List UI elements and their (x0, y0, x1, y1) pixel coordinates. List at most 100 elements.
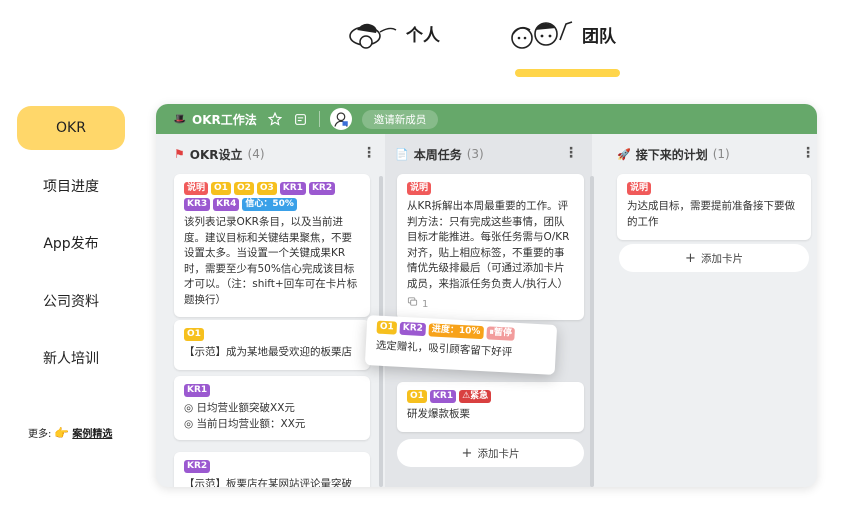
nav-item-onboarding[interactable]: 新人培训 (17, 336, 125, 380)
tag: O1 (184, 328, 204, 341)
list-header: 🚀 接下来的计划 (1) (611, 134, 817, 174)
invite-member-button[interactable]: 邀请新成员 (361, 109, 439, 129)
document-icon: 📄 (395, 147, 409, 161)
list-scrollbar[interactable] (590, 176, 594, 487)
member-avatar[interactable] (329, 108, 352, 130)
urgent-icon: ⚠ (462, 391, 471, 401)
card-text-line: ◎ 当前日均营业额：XX元 (184, 417, 306, 430)
list-count: (3) (466, 147, 484, 161)
add-card-button[interactable]: + 添加卡片 (619, 244, 809, 272)
tag: ⚠紧急 (459, 390, 492, 403)
board-title-text: OKR工作法 (192, 112, 257, 127)
list-menu-icon[interactable]: ⋮ (564, 146, 578, 160)
list-header: 📄 本周任务 (3) (385, 134, 592, 174)
add-card-button[interactable]: + 添加卡片 (397, 439, 584, 467)
tag: ⏸暂停 (485, 326, 516, 341)
board-toolbar: 🎩 OKR工作法 邀请新成员 (156, 104, 817, 134)
card[interactable]: O1 KR1 ⚠紧急 研发爆款板栗 (397, 382, 584, 432)
card-tags: KR1 (184, 384, 360, 397)
kanban-board: 🎩 OKR工作法 邀请新成员 ⚑ OKR设立 (4) ⋮ 说明 O1 O2 O3… (156, 104, 817, 487)
tag: KR2 (308, 182, 336, 195)
list-next-plan: 🚀 接下来的计划 (1) ⋮ 说明 为达成目标，需要提前准备接下要做的工作 + … (611, 134, 817, 487)
comment-count: 1 (407, 296, 574, 313)
tag: O1 (376, 320, 398, 335)
board-emoji-icon: 🎩 (173, 113, 187, 125)
tag: 说明 (407, 182, 432, 195)
nav-item-okr[interactable]: OKR (17, 106, 125, 150)
card[interactable]: KR1 ◎ 日均营业额突破XX元 ◎ 当前日均营业额：XX元 (174, 376, 370, 440)
list-menu-icon[interactable]: ⋮ (801, 146, 815, 160)
card-tags: KR2 (184, 460, 360, 473)
list-okr-setup: ⚑ OKR设立 (4) ⋮ 说明 O1 O2 O3 KR1 KR2 KR3 KR… (168, 134, 383, 487)
tag: O1 (407, 390, 427, 403)
tag: KR1 (279, 182, 306, 195)
add-card-label: 添加卡片 (700, 252, 743, 265)
card-tags: 说明 (407, 182, 574, 195)
tab-personal[interactable]: 个人 (348, 16, 440, 50)
tag: O3 (256, 182, 277, 195)
card[interactable]: 说明 O1 O2 O3 KR1 KR2 KR3 KR4 信心：50% 该列表记录… (174, 174, 370, 317)
tag-label: 暂停 (493, 327, 513, 339)
tag: KR2 (184, 460, 211, 473)
card-text-line: ◎ 日均营业额突破XX元 (184, 402, 295, 414)
list-count: (4) (247, 147, 265, 161)
page: 个人 团队 OKR 项目进度 App发布 公司资料 新人培训 更多: 👉 案例精… (0, 0, 844, 513)
more-cases: 更多: 👉 案例精选 (28, 425, 112, 441)
more-cases-link[interactable]: 案例精选 (72, 425, 112, 440)
comment-count-value: 1 (422, 298, 429, 310)
tag-label: 紧急 (470, 391, 489, 401)
card-text: 为达成目标，需要提前准备接下要做的工作 (627, 200, 795, 228)
tag: O1 (211, 182, 231, 195)
tag: 进度：10% (428, 323, 484, 340)
list-menu-icon[interactable]: ⋮ (362, 146, 376, 160)
tag: KR1 (429, 390, 457, 403)
nav-item-company-docs[interactable]: 公司资料 (17, 279, 125, 323)
card-text: 从KR拆解出本周最重要的工作。评判方法：只有完成这些事情，团队目标才能推进。每张… (407, 200, 570, 290)
star-icon[interactable] (267, 111, 283, 127)
card[interactable]: O1 【示范】成为某地最受欢迎的板栗店 (174, 320, 370, 370)
list-count: (1) (712, 147, 730, 161)
card-text: 【示范】成为某地最受欢迎的板栗店 (184, 346, 352, 358)
flag-icon: ⚑ (174, 147, 185, 161)
tag: 信心：50% (242, 198, 297, 211)
personal-doodle-icon (349, 23, 397, 49)
tag: KR2 (399, 321, 427, 337)
list-weekly-tasks: 📄 本周任务 (3) ⋮ 说明 从KR拆解出本周最重要的工作。评判方法：只有完成… (385, 134, 594, 487)
tag: KR3 (184, 198, 211, 211)
rocket-icon: 🚀 (617, 147, 631, 161)
board-title: 🎩 OKR工作法 (172, 111, 257, 128)
plus-icon: + (685, 250, 696, 266)
list-title: 接下来的计划 (635, 147, 708, 162)
sidebar-nav: OKR 项目进度 App发布 公司资料 新人培训 (17, 106, 125, 394)
more-label: 更多: (28, 429, 52, 440)
card[interactable]: 说明 从KR拆解出本周最重要的工作。评判方法：只有完成这些事情，团队目标才能推进… (397, 174, 584, 320)
card-tags: O1 KR1 ⚠紧急 (407, 390, 574, 403)
tag: KR4 (213, 198, 240, 211)
card-text: 该列表记录OKR条目，以及当前进度。建议目标和关键结果聚焦，不要设置太多。当设置… (184, 216, 358, 306)
tag: 说明 (627, 182, 652, 195)
dragging-card[interactable]: O1 KR2 进度：10% ⏸暂停 选定赠礼，吸引顾客留下好评 (364, 315, 558, 375)
tag: KR1 (184, 384, 211, 397)
tab-team-label: 团队 (582, 26, 616, 47)
active-tab-indicator (515, 69, 620, 77)
pointing-hand-icon: 👉 (54, 425, 70, 440)
list-header: ⚑ OKR设立 (4) (168, 134, 376, 174)
plus-icon: + (461, 445, 473, 461)
description-icon[interactable] (293, 111, 309, 127)
tab-team[interactable]: 团队 (508, 16, 616, 52)
tab-personal-label: 个人 (406, 25, 440, 46)
card-tags: 说明 (627, 182, 801, 195)
card-tags: 说明 O1 O2 O3 KR1 KR2 KR3 KR4 信心：50% (184, 182, 360, 211)
card-text: 研发爆款板栗 (407, 408, 470, 420)
tag: O2 (233, 182, 254, 195)
card[interactable]: KR2 【示范】板栗店在某网站评论量突破 (174, 452, 370, 487)
card-tags: O1 (184, 328, 360, 341)
card-text: 【示范】板栗店在某网站评论量突破 (184, 478, 352, 487)
list-title: 本周任务 (413, 147, 462, 162)
toolbar-divider (318, 111, 320, 127)
team-doodle-icon (511, 21, 573, 49)
nav-item-app-release[interactable]: App发布 (17, 221, 125, 265)
nav-item-project-progress[interactable]: 项目进度 (17, 164, 125, 208)
list-title: OKR设立 (189, 147, 243, 162)
card[interactable]: 说明 为达成目标，需要提前准备接下要做的工作 (617, 174, 811, 240)
